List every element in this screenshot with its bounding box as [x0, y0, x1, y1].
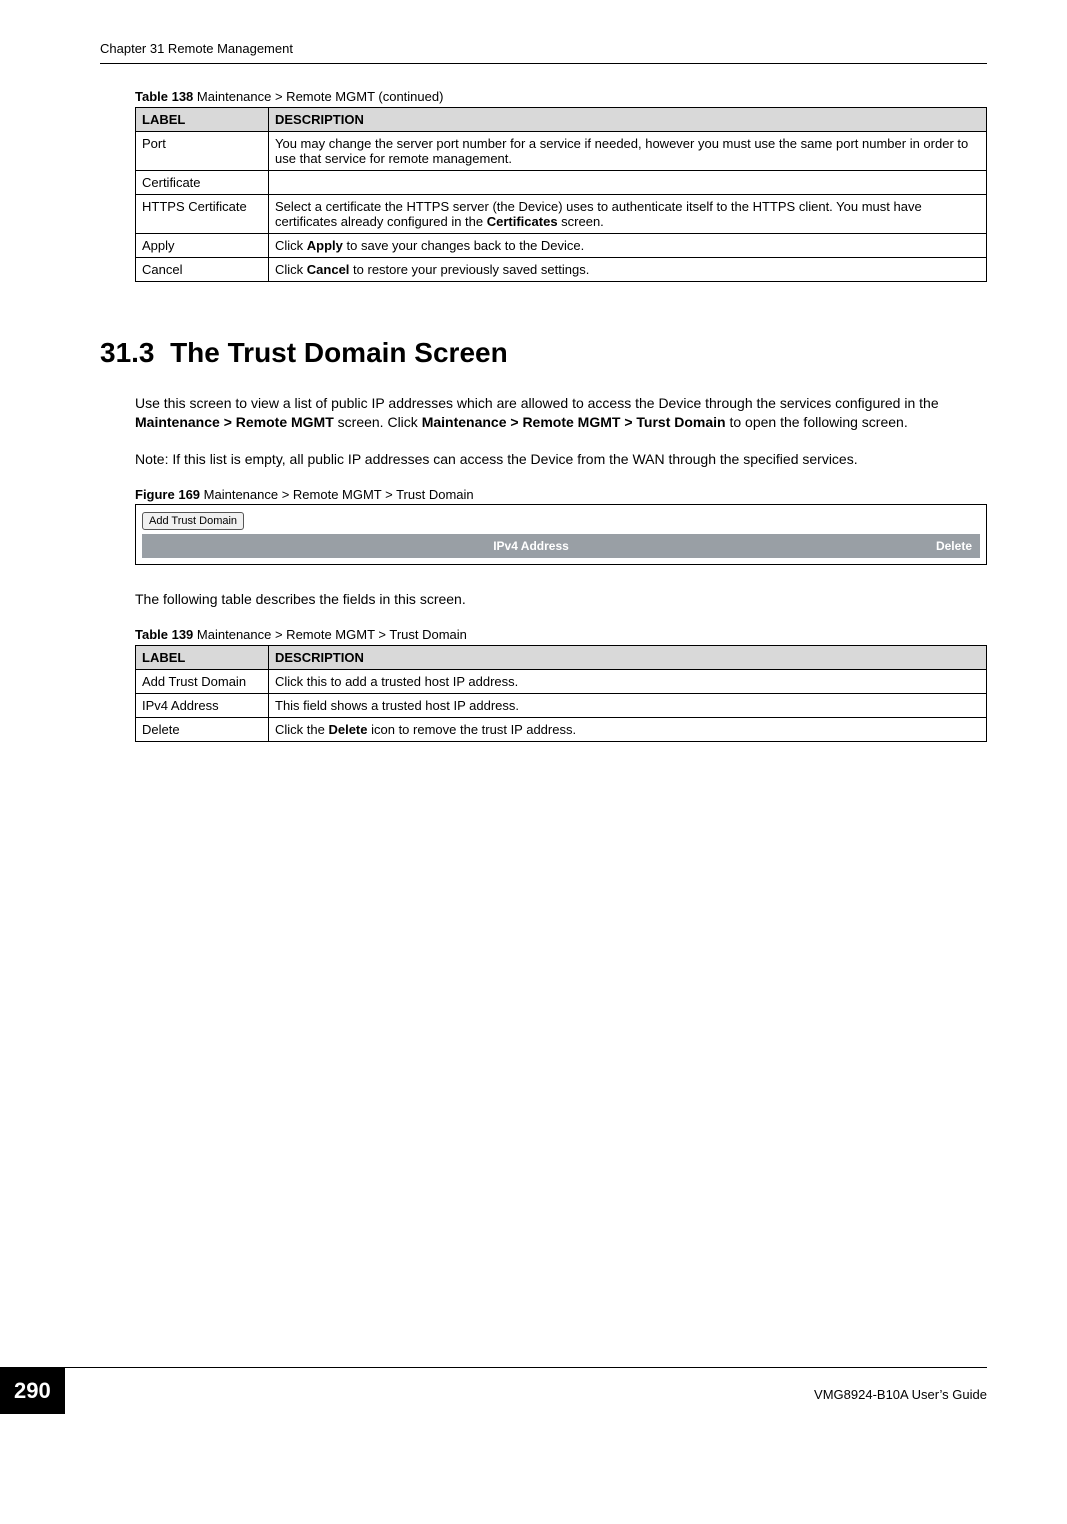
text: to restore your previously saved setting…: [349, 262, 589, 277]
figure169: Add Trust Domain IPv4 Address Delete: [135, 504, 987, 565]
section-number: 31.3: [100, 337, 155, 368]
figure169-header-row: IPv4 Address Delete: [142, 534, 980, 558]
table138-row4-desc: Click Cancel to restore your previously …: [269, 258, 987, 282]
section-title: The Trust Domain Screen: [170, 337, 508, 368]
bold-text: Delete: [328, 722, 367, 737]
text: Click the: [275, 722, 328, 737]
figure169-caption-label: Figure 169: [135, 487, 200, 502]
table-row: Delete Click the Delete icon to remove t…: [136, 718, 987, 742]
text: Click: [275, 262, 307, 277]
bold-text: Apply: [307, 238, 343, 253]
text: to open the following screen.: [726, 414, 908, 430]
table138-caption-text: Maintenance > Remote MGMT (continued): [197, 89, 444, 104]
table138-row2-label: HTTPS Certificate: [136, 195, 269, 234]
table139-header-description: DESCRIPTION: [269, 646, 987, 670]
table-row: Certificate: [136, 171, 987, 195]
table139-caption: Table 139 Maintenance > Remote MGMT > Tr…: [135, 627, 987, 642]
table-row: Cancel Click Cancel to restore your prev…: [136, 258, 987, 282]
add-trust-domain-button[interactable]: Add Trust Domain: [142, 512, 244, 530]
table139-header-label: LABEL: [136, 646, 269, 670]
section-intro: Use this screen to view a list of public…: [135, 394, 987, 432]
table138-row4-label: Cancel: [136, 258, 269, 282]
table139-row1-desc: This field shows a trusted host IP addre…: [269, 694, 987, 718]
table138-header-label: LABEL: [136, 108, 269, 132]
table-row: Add Trust Domain Click this to add a tru…: [136, 670, 987, 694]
text: Use this screen to view a list of public…: [135, 395, 939, 411]
table139-row0-label: Add Trust Domain: [136, 670, 269, 694]
text: icon to remove the trust IP address.: [368, 722, 577, 737]
table139-caption-text: Maintenance > Remote MGMT > Trust Domain: [197, 627, 467, 642]
chapter-title: Chapter 31 Remote Management: [100, 41, 293, 56]
table139: LABEL DESCRIPTION Add Trust Domain Click…: [135, 645, 987, 742]
text: screen. Click: [334, 414, 422, 430]
figure169-caption-text: Maintenance > Remote MGMT > Trust Domain: [204, 487, 474, 502]
bold-text: Certificates: [487, 214, 558, 229]
bold-text: Maintenance > Remote MGMT > Turst Domain: [422, 414, 726, 430]
table138-row0-label: Port: [136, 132, 269, 171]
text: Click: [275, 238, 307, 253]
table138: LABEL DESCRIPTION Port You may change th…: [135, 107, 987, 282]
table-row: IPv4 Address This field shows a trusted …: [136, 694, 987, 718]
table138-row3-label: Apply: [136, 234, 269, 258]
section-heading: 31.3 The Trust Domain Screen: [100, 337, 987, 369]
table138-caption-label: Table 138: [135, 89, 193, 104]
text: screen.: [558, 214, 604, 229]
figure169-caption: Figure 169 Maintenance > Remote MGMT > T…: [135, 487, 987, 502]
paragraph-after-figure: The following table describes the fields…: [135, 590, 987, 609]
bold-text: Maintenance > Remote MGMT: [135, 414, 334, 430]
figure169-col-addr: IPv4 Address: [150, 539, 912, 553]
table138-row3-desc: Click Apply to save your changes back to…: [269, 234, 987, 258]
table139-caption-label: Table 139: [135, 627, 193, 642]
guide-name: VMG8924-B10A User’s Guide: [65, 1381, 987, 1402]
table-row: Apply Click Apply to save your changes b…: [136, 234, 987, 258]
page-footer: 290 VMG8924-B10A User’s Guide: [0, 1367, 1067, 1414]
table139-row2-label: Delete: [136, 718, 269, 742]
page-header: Chapter 31 Remote Management: [100, 40, 987, 64]
table138-row1-desc: [269, 171, 987, 195]
table139-row1-label: IPv4 Address: [136, 694, 269, 718]
table139-row2-desc: Click the Delete icon to remove the trus…: [269, 718, 987, 742]
table138-header-description: DESCRIPTION: [269, 108, 987, 132]
bold-text: Cancel: [307, 262, 350, 277]
page-number: 290: [0, 1368, 65, 1414]
table138-row1-label: Certificate: [136, 171, 269, 195]
figure169-col-delete: Delete: [912, 539, 972, 553]
table139-row0-desc: Click this to add a trusted host IP addr…: [269, 670, 987, 694]
text: to save your changes back to the Device.: [343, 238, 584, 253]
section-note: Note: If this list is empty, all public …: [135, 450, 987, 470]
table138-caption: Table 138 Maintenance > Remote MGMT (con…: [135, 89, 987, 104]
table138-row0-desc: You may change the server port number fo…: [269, 132, 987, 171]
table-row: HTTPS Certificate Select a certificate t…: [136, 195, 987, 234]
table-row: Port You may change the server port numb…: [136, 132, 987, 171]
table138-row2-desc: Select a certificate the HTTPS server (t…: [269, 195, 987, 234]
